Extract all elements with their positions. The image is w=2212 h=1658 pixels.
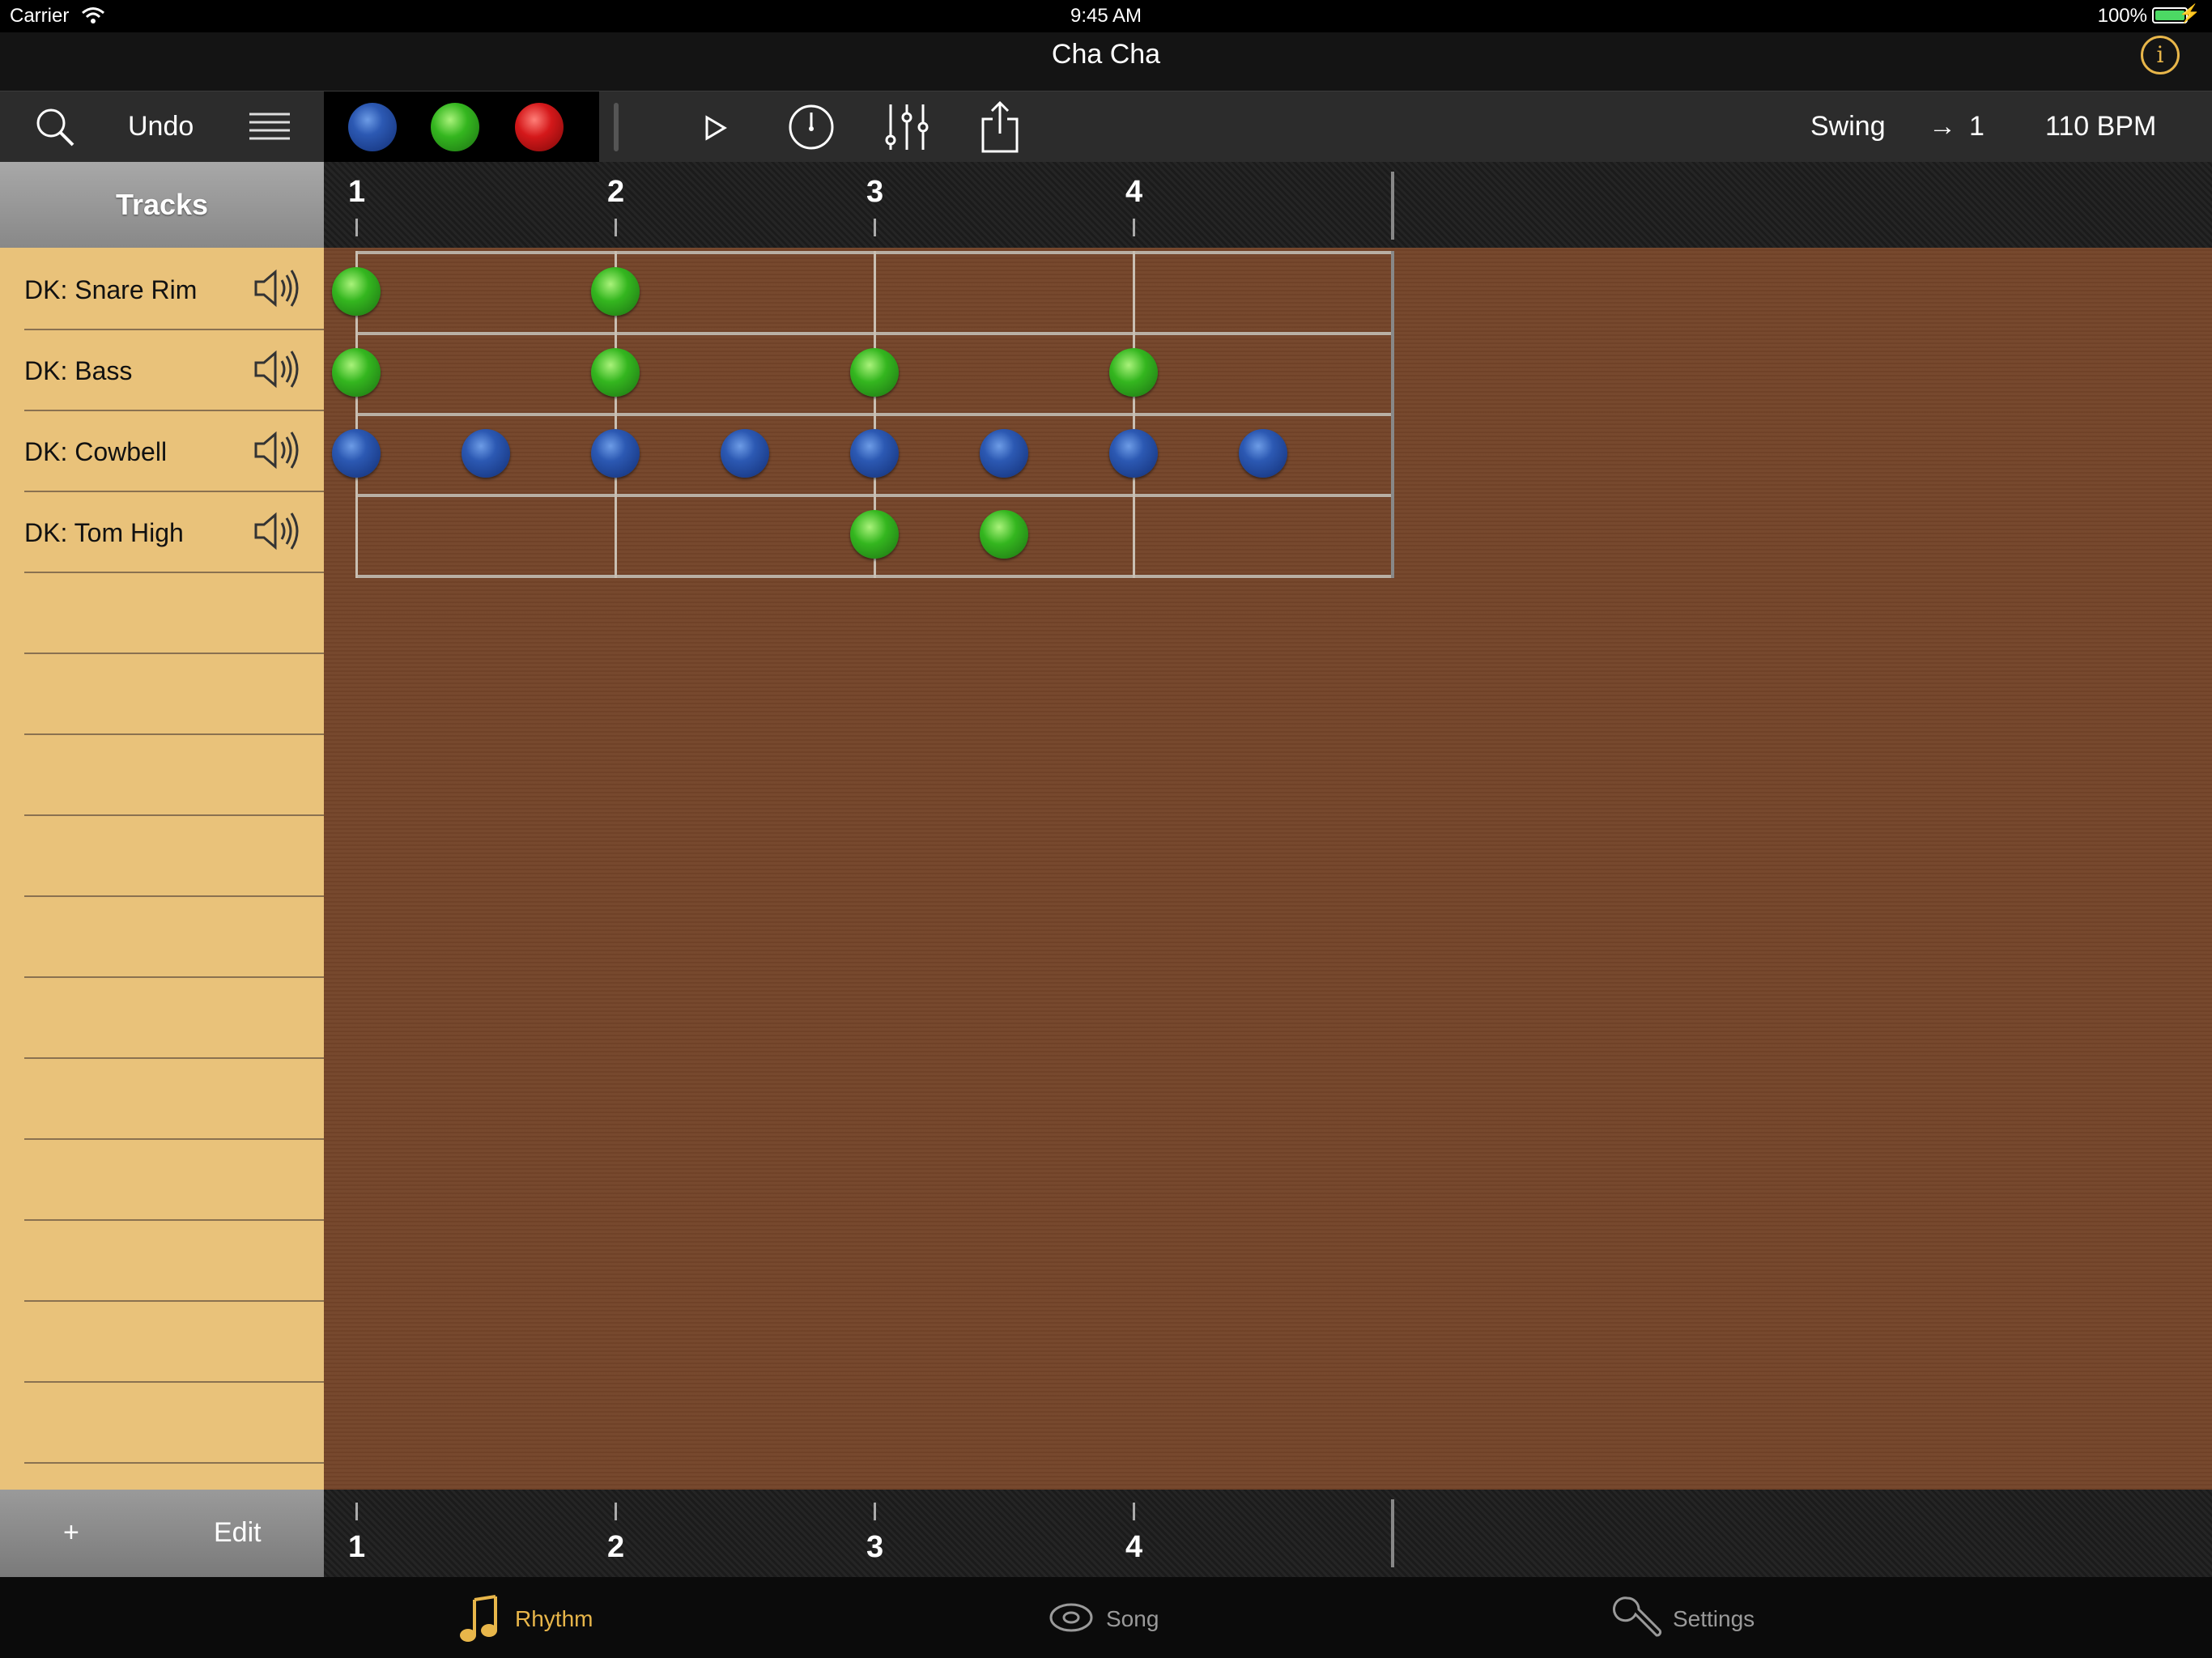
palette-handle[interactable] [614, 103, 619, 151]
track-name: DK: Cowbell [24, 437, 168, 466]
tab-settings-label: Settings [1673, 1606, 1755, 1631]
tempo-button[interactable]: 110 BPM [2045, 111, 2156, 142]
beat-tick [1133, 219, 1135, 236]
track-name: DK: Tom High [24, 518, 184, 547]
grid-end-bar [1391, 251, 1394, 578]
tracks-header: Tracks [0, 162, 324, 248]
undo-button[interactable]: Undo [128, 111, 194, 142]
tab-rhythm[interactable]: Rhythm [458, 1577, 620, 1658]
beat-number-top: 4 [1125, 175, 1143, 209]
track-row[interactable]: DK: Cowbell [24, 410, 324, 492]
empty-track-row [24, 653, 324, 735]
empty-track-row [24, 895, 324, 978]
green-note[interactable] [850, 348, 899, 397]
empty-track-row [24, 1219, 324, 1302]
green-note[interactable] [1109, 348, 1158, 397]
add-track-button[interactable]: + [63, 1517, 79, 1549]
tab-song[interactable]: Song [1049, 1577, 1211, 1658]
track-row[interactable]: DK: Snare Rim [24, 248, 324, 330]
ruler-end-bar [1391, 1499, 1394, 1567]
status-bar: Carrier 9:45 AM 100% ⚡ [0, 0, 2212, 32]
tracks-sidebar: Tracks DK: Snare Rim DK: Bass DK: Cowbell D… [0, 162, 324, 1490]
empty-track-row [24, 733, 324, 816]
empty-track-row [24, 814, 324, 897]
arrow-icon[interactable]: → [1929, 111, 1956, 142]
green-note[interactable] [332, 267, 381, 316]
track-row[interactable]: DK: Tom High [24, 491, 324, 573]
blue-note[interactable] [332, 429, 381, 478]
edit-tracks-button[interactable]: Edit [214, 1517, 262, 1549]
beat-number-top: 1 [348, 175, 366, 209]
music-note-icon [460, 1595, 497, 1642]
list-icon[interactable] [248, 111, 291, 143]
tab-song-label: Song [1106, 1606, 1159, 1631]
empty-track-row [24, 572, 324, 654]
beat-tick [615, 1503, 617, 1520]
track-name: DK: Snare Rim [24, 275, 198, 304]
empty-track-row [24, 1138, 324, 1221]
green-swatch[interactable] [431, 103, 479, 151]
beat-number-top: 2 [607, 175, 625, 209]
wrench-icon [1612, 1596, 1662, 1637]
track-row[interactable]: DK: Bass [24, 329, 324, 411]
battery-percent: 100% [2097, 5, 2147, 27]
blue-note[interactable] [721, 429, 769, 478]
empty-track-row [24, 1057, 324, 1140]
ruler-end-bar [1391, 172, 1394, 240]
red-swatch[interactable] [515, 103, 564, 151]
green-note[interactable] [332, 348, 381, 397]
green-note[interactable] [591, 348, 640, 397]
speaker-icon[interactable] [251, 427, 303, 473]
charging-icon: ⚡ [2178, 3, 2201, 23]
beat-number-bottom: 1 [348, 1530, 366, 1564]
speaker-icon[interactable] [251, 346, 303, 392]
title-bar: Cha Cha i [0, 32, 2212, 91]
blue-note[interactable] [591, 429, 640, 478]
record-icon [1049, 1603, 1093, 1632]
beat-number-bottom: 4 [1125, 1530, 1143, 1564]
toolbar: Undo Swing → 1 110 BPM [0, 91, 2212, 163]
mixer-icon[interactable] [883, 100, 931, 155]
page-title: Cha Cha [1051, 39, 1161, 70]
tab-settings[interactable]: Settings [1611, 1577, 1822, 1658]
share-icon[interactable] [980, 100, 1020, 155]
play-icon[interactable] [703, 114, 729, 142]
blue-note[interactable] [1239, 429, 1287, 478]
beat-tick [874, 1503, 876, 1520]
beat-number-bottom: 3 [866, 1530, 884, 1564]
speaker-icon[interactable] [251, 266, 303, 311]
empty-track-row [24, 1381, 324, 1464]
grid-beat-line [1133, 251, 1135, 578]
blue-note[interactable] [980, 429, 1028, 478]
tab-rhythm-label: Rhythm [515, 1606, 593, 1631]
blue-note[interactable] [1109, 429, 1158, 478]
green-note[interactable] [980, 510, 1028, 559]
tab-bar: Rhythm Song Settings [0, 1577, 2212, 1658]
track-name: DK: Bass [24, 356, 133, 385]
info-icon[interactable]: i [2141, 36, 2180, 74]
blue-swatch[interactable] [348, 103, 397, 151]
measure-count[interactable]: 1 [1969, 111, 1984, 142]
beat-tick [874, 219, 876, 236]
color-palette [324, 91, 599, 163]
green-note[interactable] [591, 267, 640, 316]
beat-number-bottom: 2 [607, 1530, 625, 1564]
blue-note[interactable] [850, 429, 899, 478]
beat-tick [355, 219, 358, 236]
beat-number-top: 3 [866, 175, 884, 209]
sidebar-footer: + Edit [0, 1490, 324, 1577]
beat-tick [615, 219, 617, 236]
beat-tick [355, 1503, 358, 1520]
swing-button[interactable]: Swing [1810, 111, 1886, 142]
beat-tick [1133, 1503, 1135, 1520]
speaker-icon[interactable] [251, 508, 303, 554]
clock: 9:45 AM [1070, 5, 1142, 27]
empty-track-row [24, 976, 324, 1059]
green-note[interactable] [850, 510, 899, 559]
blue-note[interactable] [462, 429, 510, 478]
empty-track-row [24, 1300, 324, 1383]
search-icon[interactable] [34, 106, 76, 148]
metronome-icon[interactable] [787, 103, 836, 151]
